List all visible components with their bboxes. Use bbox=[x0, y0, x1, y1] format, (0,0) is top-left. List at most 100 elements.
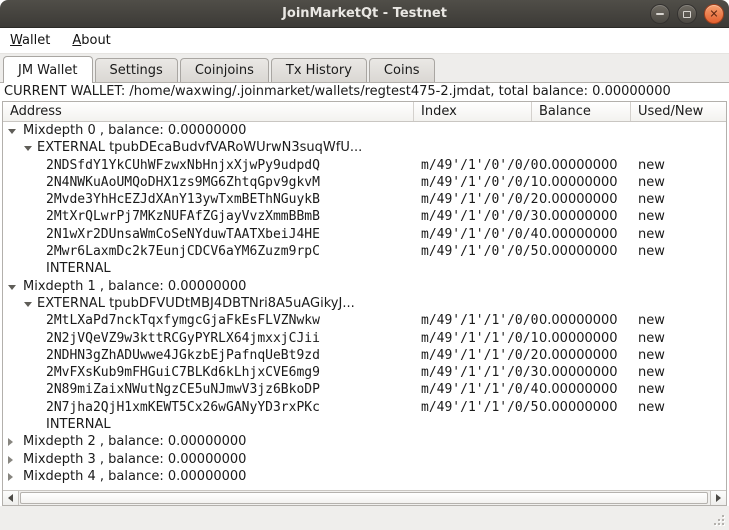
cell-address: 2MtLXaPd7nckTqxfymgcGjaFkEsFLVZNwkw bbox=[46, 312, 320, 329]
cell-used-new: new bbox=[638, 174, 665, 191]
scrollbar-left-button[interactable] bbox=[3, 491, 19, 505]
column-header-used-new[interactable]: Used/New bbox=[631, 102, 726, 121]
expanded-arrow-icon[interactable] bbox=[24, 302, 32, 307]
cell-index: m/49'/1'/0'/0/3 bbox=[421, 208, 538, 225]
cell-index: m/49'/1'/1'/0/0 bbox=[421, 312, 538, 329]
cell-address: 2NDHN3gZhADUwwe4JGkzbEjPafnqUeBt9zd bbox=[46, 347, 320, 364]
cell-used-new: new bbox=[638, 312, 665, 329]
mixdepth-label: Mixdepth 2 , balance: 0.00000000 bbox=[23, 433, 246, 450]
tab-jm-wallet[interactable]: JM Wallet bbox=[3, 56, 93, 83]
scrollbar-thumb[interactable] bbox=[20, 492, 708, 504]
column-header-index[interactable]: Index bbox=[414, 102, 532, 121]
menu-wallet-mnemonic: W bbox=[10, 33, 22, 48]
tree-row-mixdepth[interactable]: Mixdepth 1 , balance: 0.00000000 bbox=[3, 278, 726, 295]
resize-grip-icon[interactable] bbox=[710, 511, 726, 527]
cell-used-new: new bbox=[638, 191, 665, 208]
tree-row-branch[interactable]: INTERNAL bbox=[3, 260, 726, 277]
cell-address: 2Mvde3YhHcEZJdXAnY13ywTxmBEThNGuykB bbox=[46, 191, 320, 208]
tree-row-mixdepth[interactable]: Mixdepth 2 , balance: 0.00000000 bbox=[3, 433, 726, 450]
tree-row-branch[interactable]: EXTERNAL tpubDEcaBudvfVARoWUrwN3suqWfU..… bbox=[3, 139, 726, 156]
scrollbar-right-button[interactable] bbox=[710, 491, 726, 505]
tab-coins[interactable]: Coins bbox=[369, 58, 435, 82]
collapsed-arrow-icon[interactable] bbox=[8, 473, 13, 481]
close-icon: ✕ bbox=[709, 8, 718, 19]
titlebar[interactable]: JoinMarketQt - Testnet ✕ bbox=[0, 0, 729, 28]
cell-index: m/49'/1'/1'/0/3 bbox=[421, 364, 538, 381]
cell-used-new: new bbox=[638, 157, 665, 174]
collapsed-arrow-icon[interactable] bbox=[8, 456, 13, 464]
cell-address: 2N4NWKuAoUMQoDHX1zs9MG6ZhtqGpv9gkvM bbox=[46, 174, 320, 191]
cell-balance: 0.00000000 bbox=[539, 226, 618, 243]
branch-label: INTERNAL bbox=[46, 260, 111, 277]
menu-about-mnemonic: A bbox=[72, 33, 81, 48]
tree-row-address[interactable]: 2N89miZaixNWutNgzCE5uNJmwV3jz6BkoDPm/49'… bbox=[3, 381, 726, 398]
tree-row-mixdepth[interactable]: Mixdepth 3 , balance: 0.00000000 bbox=[3, 451, 726, 468]
tree-header: Address Index Balance Used/New bbox=[3, 102, 726, 122]
status-bar bbox=[0, 506, 729, 530]
cell-balance: 0.00000000 bbox=[539, 364, 618, 381]
cell-address: 2MtXrQLwrPj7MKzNUFAfZGjayVvzXmmBBmB bbox=[46, 208, 320, 225]
cell-index: m/49'/1'/0'/0/1 bbox=[421, 174, 538, 191]
cell-balance: 0.00000000 bbox=[539, 157, 618, 174]
cell-index: m/49'/1'/1'/0/4 bbox=[421, 381, 538, 398]
maximize-button[interactable] bbox=[677, 4, 697, 24]
column-header-balance[interactable]: Balance bbox=[532, 102, 631, 121]
close-button[interactable]: ✕ bbox=[704, 4, 724, 24]
cell-balance: 0.00000000 bbox=[539, 312, 618, 329]
mixdepth-label: Mixdepth 4 , balance: 0.00000000 bbox=[23, 468, 246, 485]
tree-row-address[interactable]: 2NDSfdY1YkCUhWFzwxNbHnjxXjwPy9udpdQm/49'… bbox=[3, 157, 726, 174]
menu-wallet[interactable]: Wallet bbox=[10, 33, 50, 48]
tree-row-address[interactable]: 2Mwr6LaxmDc2k7EunjCDCV6aYM6Zuzm9rpCm/49'… bbox=[3, 243, 726, 260]
tab-coinjoins[interactable]: Coinjoins bbox=[180, 58, 269, 82]
horizontal-scrollbar[interactable] bbox=[3, 490, 726, 505]
tab-settings[interactable]: Settings bbox=[95, 58, 178, 82]
tree-row-mixdepth[interactable]: Mixdepth 4 , balance: 0.00000000 bbox=[3, 468, 726, 485]
tree-row-mixdepth[interactable]: Mixdepth 0 , balance: 0.00000000 bbox=[3, 122, 726, 139]
minimize-button[interactable] bbox=[650, 4, 670, 24]
expanded-arrow-icon[interactable] bbox=[8, 129, 16, 134]
tree-row-address[interactable]: 2MtLXaPd7nckTqxfymgcGjaFkEsFLVZNwkw m/49'… bbox=[3, 312, 726, 329]
mixdepth-label: Mixdepth 1 , balance: 0.00000000 bbox=[23, 278, 246, 295]
cell-balance: 0.00000000 bbox=[539, 330, 618, 347]
cell-used-new: new bbox=[638, 347, 665, 364]
expanded-arrow-icon[interactable] bbox=[24, 146, 32, 151]
branch-label: INTERNAL bbox=[46, 416, 111, 433]
cell-balance: 0.00000000 bbox=[539, 208, 618, 225]
cell-balance: 0.00000000 bbox=[539, 243, 618, 260]
tree-row-address[interactable]: 2N7jha2QjH1xmKEWT5Cx26wGANyYD3rxPKcm/49'… bbox=[3, 399, 726, 416]
maximize-icon bbox=[683, 11, 691, 18]
wallet-tree: Address Index Balance Used/New Mixdepth … bbox=[2, 101, 727, 506]
tree-row-branch[interactable]: EXTERNAL tpubDFVUDtMBJ4DBTNri8A5uAGikyJ.… bbox=[3, 295, 726, 312]
expanded-arrow-icon[interactable] bbox=[8, 285, 16, 290]
cell-index: m/49'/1'/0'/0/2 bbox=[421, 191, 538, 208]
menu-wallet-rest: allet bbox=[22, 33, 50, 48]
minimize-icon bbox=[656, 13, 664, 15]
menu-about-rest: bout bbox=[81, 33, 111, 48]
cell-balance: 0.00000000 bbox=[539, 381, 618, 398]
collapsed-arrow-icon[interactable] bbox=[8, 438, 13, 446]
menu-about[interactable]: About bbox=[72, 33, 110, 48]
mixdepth-label: Mixdepth 3 , balance: 0.00000000 bbox=[23, 451, 246, 468]
tab-tx-history[interactable]: Tx History bbox=[271, 58, 367, 82]
mixdepth-label: Mixdepth 0 , balance: 0.00000000 bbox=[23, 122, 246, 139]
cell-used-new: new bbox=[638, 226, 665, 243]
cell-index: m/49'/1'/0'/0/4 bbox=[421, 226, 538, 243]
tree-row-address[interactable]: 2N1wXr2DUnsaWmCoSeNYduwTAATXbeiJ4HEm/49'… bbox=[3, 226, 726, 243]
tab-bar: JM Wallet Settings Coinjoins Tx History … bbox=[0, 54, 729, 83]
tree-row-address[interactable]: 2N2jVQeVZ9w3kttRCGyPYRLX64jmxxjCJiim/49'… bbox=[3, 330, 726, 347]
cell-balance: 0.00000000 bbox=[539, 347, 618, 364]
tree-row-address[interactable]: 2Mvde3YhHcEZJdXAnY13ywTxmBEThNGuykB m/49'… bbox=[3, 191, 726, 208]
cell-balance: 0.00000000 bbox=[539, 191, 618, 208]
tree-row-address[interactable]: 2N4NWKuAoUMQoDHX1zs9MG6ZhtqGpv9gkvM m/49'… bbox=[3, 174, 726, 191]
branch-label: EXTERNAL tpubDFVUDtMBJ4DBTNri8A5uAGikyJ.… bbox=[37, 295, 355, 312]
tree-row-address[interactable]: 2MvFXsKub9mFHGuiC7BLKd6kLhjxCVE6mg9m/49'… bbox=[3, 364, 726, 381]
tree-row-address[interactable]: 2MtXrQLwrPj7MKzNUFAfZGjayVvzXmmBBmB m/49'… bbox=[3, 208, 726, 225]
cell-balance: 0.00000000 bbox=[539, 399, 618, 416]
tree-row-address[interactable]: 2NDHN3gZhADUwwe4JGkzbEjPafnqUeBt9zd m/49'… bbox=[3, 347, 726, 364]
cell-index: m/49'/1'/1'/0/2 bbox=[421, 347, 538, 364]
column-header-address[interactable]: Address bbox=[3, 102, 414, 121]
tree-row-branch[interactable]: INTERNAL bbox=[3, 416, 726, 433]
cell-index: m/49'/1'/1'/0/1 bbox=[421, 330, 538, 347]
cell-balance: 0.00000000 bbox=[539, 174, 618, 191]
cell-used-new: new bbox=[638, 364, 665, 381]
